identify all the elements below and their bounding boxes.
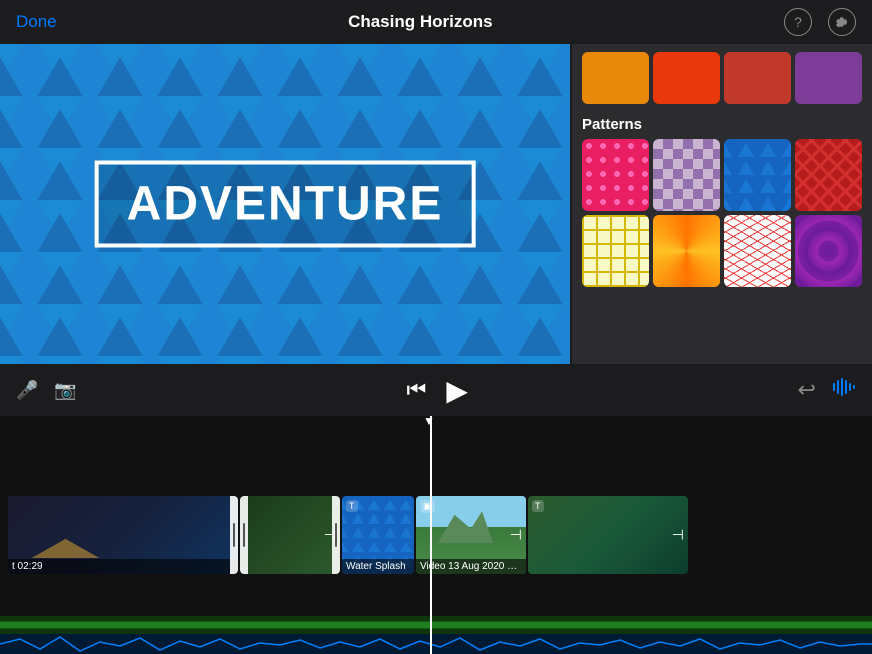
clip-2-right-handle[interactable] (332, 496, 340, 574)
play-button[interactable]: ▶ (446, 374, 468, 407)
clip-1-right-handle[interactable] (230, 496, 238, 574)
undo-button[interactable]: ↩ (798, 377, 816, 403)
swatch-crimson[interactable] (724, 52, 791, 104)
pattern-red-lines[interactable] (724, 215, 791, 287)
clip-1-label: t 02:29 (8, 559, 238, 574)
preview-background: ADVENTURE (0, 44, 570, 364)
pattern-blue-triangles[interactable] (724, 139, 791, 211)
clip-5-badge: T (532, 500, 544, 512)
clip-4-end-badge: ⊣ (510, 527, 522, 544)
microphone-icon[interactable]: 🎤 (16, 380, 38, 401)
patterns-section: Patterns (572, 112, 872, 295)
title-badge: T (346, 500, 358, 512)
title-text: ADVENTURE (95, 161, 476, 248)
swatch-purple[interactable] (795, 52, 862, 104)
camera-icon[interactable]: 📷 (54, 380, 76, 401)
timeline: 🎤 📷 ⏮ ▶ ↩ (0, 364, 872, 654)
preview-area: ADVENTURE (0, 44, 570, 364)
clip-2[interactable]: ⊣ (240, 496, 340, 574)
clip-4-badge: ▣ (420, 500, 435, 513)
audio-track (0, 616, 872, 634)
pattern-purple-circles[interactable] (795, 215, 862, 287)
settings-button[interactable] (828, 8, 856, 36)
playhead (430, 416, 432, 654)
blue-waveform (0, 634, 872, 654)
clip-1[interactable]: t 02:29 (8, 496, 238, 574)
skip-to-start-button[interactable]: ⏮ (407, 377, 427, 403)
swatch-red-orange[interactable] (653, 52, 720, 104)
swatch-orange[interactable] (582, 52, 649, 104)
transport-controls: 🎤 📷 ⏮ ▶ ↩ (0, 364, 872, 416)
right-panel: Media Backgrounds ✕ Patterns (572, 0, 872, 364)
blue-waveform-track (0, 634, 872, 654)
clip-title-card[interactable]: T Water Splash (342, 496, 414, 574)
pattern-grid (582, 139, 862, 287)
done-button[interactable]: Done (16, 12, 57, 32)
solid-color-swatches (572, 44, 872, 112)
pattern-pink-dots[interactable] (582, 139, 649, 211)
gear-icon (835, 15, 849, 29)
clip-5[interactable]: T ⊣ (528, 496, 688, 574)
clip-2-left-handle[interactable] (240, 496, 248, 574)
waveform-button[interactable] (832, 375, 856, 405)
waveform-icon (832, 375, 856, 399)
green-waveform (0, 616, 872, 634)
pattern-yellow-grid[interactable] (582, 215, 649, 287)
clip-4-label: Video 13 Aug 2020 at 14:05 (416, 559, 526, 574)
patterns-label: Patterns (582, 116, 862, 133)
pattern-red-cross[interactable] (795, 139, 862, 211)
clip-3-label: Water Splash (342, 559, 414, 574)
pattern-orange-pinwheel[interactable] (653, 215, 720, 287)
project-title: Chasing Horizons (348, 12, 493, 32)
top-bar: Done Chasing Horizons ? (0, 0, 872, 44)
pattern-checkerboard[interactable] (653, 139, 720, 211)
clip-5-end-badge: ⊣ (672, 527, 684, 544)
help-button[interactable]: ? (784, 8, 812, 36)
clip-4[interactable]: ▣ ⊣ Video 13 Aug 2020 at 14:05 (416, 496, 526, 574)
clips-area[interactable]: t 02:29 ⊣ T Water Splash ▣ ⊣ Video 13 Au… (0, 416, 872, 654)
